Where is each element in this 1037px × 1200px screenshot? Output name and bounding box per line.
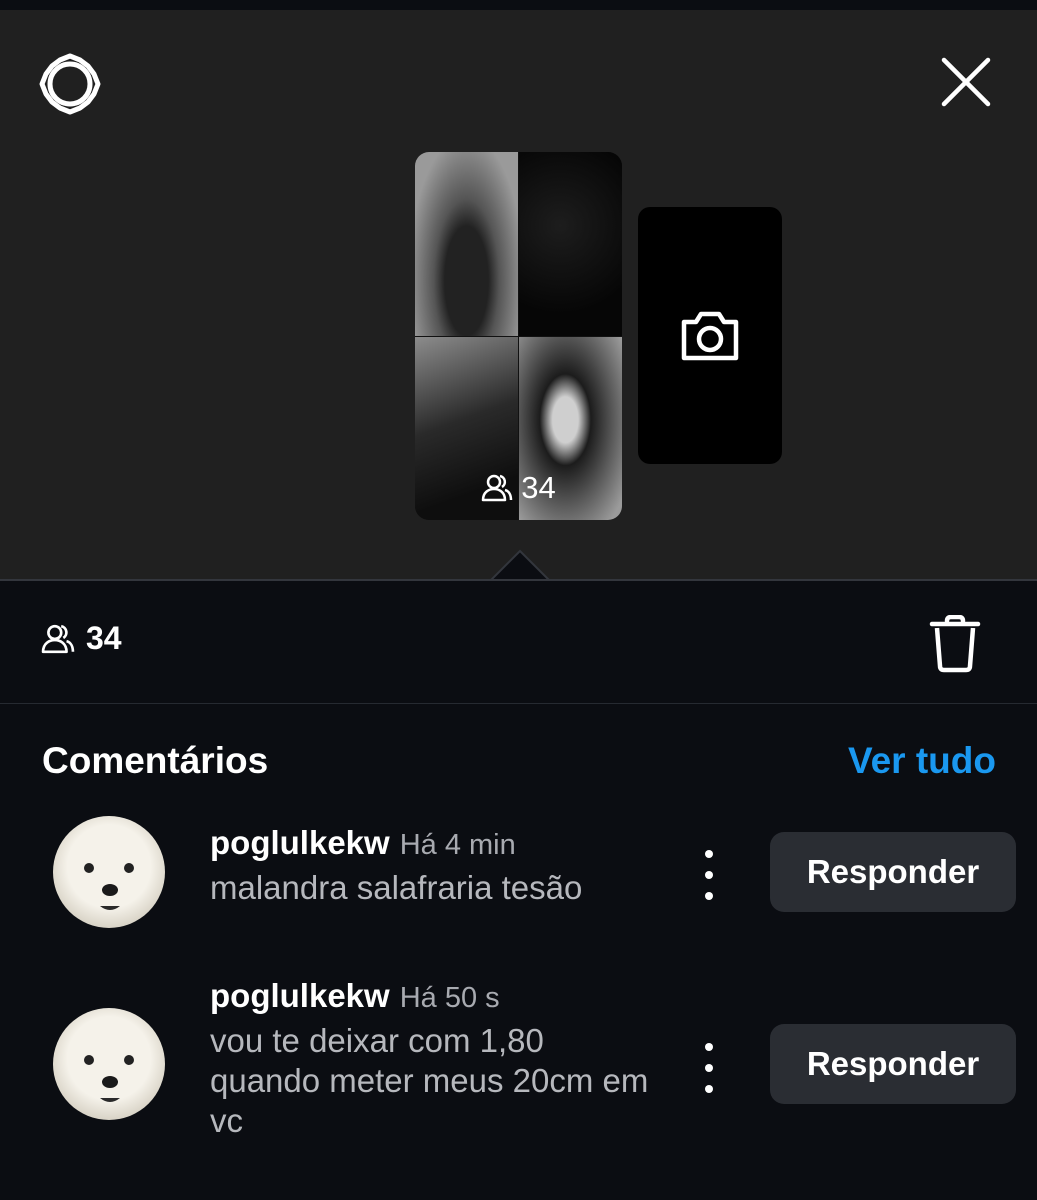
comment-text: vou te deixar com 1,80 quando meter meus…	[210, 1022, 649, 1139]
story-thumbnail[interactable]: 34	[415, 152, 622, 520]
username: poglulkekw	[210, 977, 390, 1014]
story-view-count: 34	[521, 470, 556, 505]
viewers-icon	[482, 474, 513, 502]
close-icon	[941, 57, 991, 107]
see-all-link[interactable]: Ver tudo	[848, 740, 996, 782]
story-views: 34	[415, 470, 622, 506]
comment-time: Há 50 s	[399, 982, 500, 1014]
divider	[0, 703, 1037, 704]
photo-tile	[415, 152, 518, 336]
delete-button[interactable]	[920, 612, 990, 676]
avatar[interactable]	[53, 816, 165, 928]
add-story-button[interactable]	[638, 207, 782, 464]
comment-author[interactable]: poglulkekw Há 50 s	[210, 977, 500, 1015]
viewers-icon	[41, 624, 75, 653]
comment-text: malandra salafraria tesão	[210, 869, 583, 906]
close-button[interactable]	[936, 52, 996, 112]
photo-tile	[519, 152, 622, 336]
gear-icon	[39, 53, 101, 115]
selection-pointer	[490, 549, 550, 582]
settings-button[interactable]	[36, 50, 104, 118]
comment-time: Há 4 min	[399, 829, 516, 861]
reply-button[interactable]: Responder	[770, 832, 1016, 912]
trash-icon	[929, 615, 981, 673]
comment-author[interactable]: poglulkekw Há 4 min	[210, 824, 516, 862]
username: poglulkekw	[210, 824, 390, 861]
viewers-summary[interactable]: 34	[40, 620, 122, 657]
more-icon[interactable]	[694, 1043, 724, 1093]
more-icon[interactable]	[694, 850, 724, 900]
divider	[0, 579, 1037, 581]
camera-icon	[681, 311, 739, 360]
avatar-dog-image	[84, 863, 134, 910]
comments-title: Comentários	[42, 740, 269, 781]
viewer-count: 34	[86, 620, 122, 656]
reply-button[interactable]: Responder	[770, 1024, 1016, 1104]
avatar[interactable]	[53, 1008, 165, 1120]
avatar-dog-image	[84, 1055, 134, 1102]
status-strip	[0, 0, 1037, 10]
